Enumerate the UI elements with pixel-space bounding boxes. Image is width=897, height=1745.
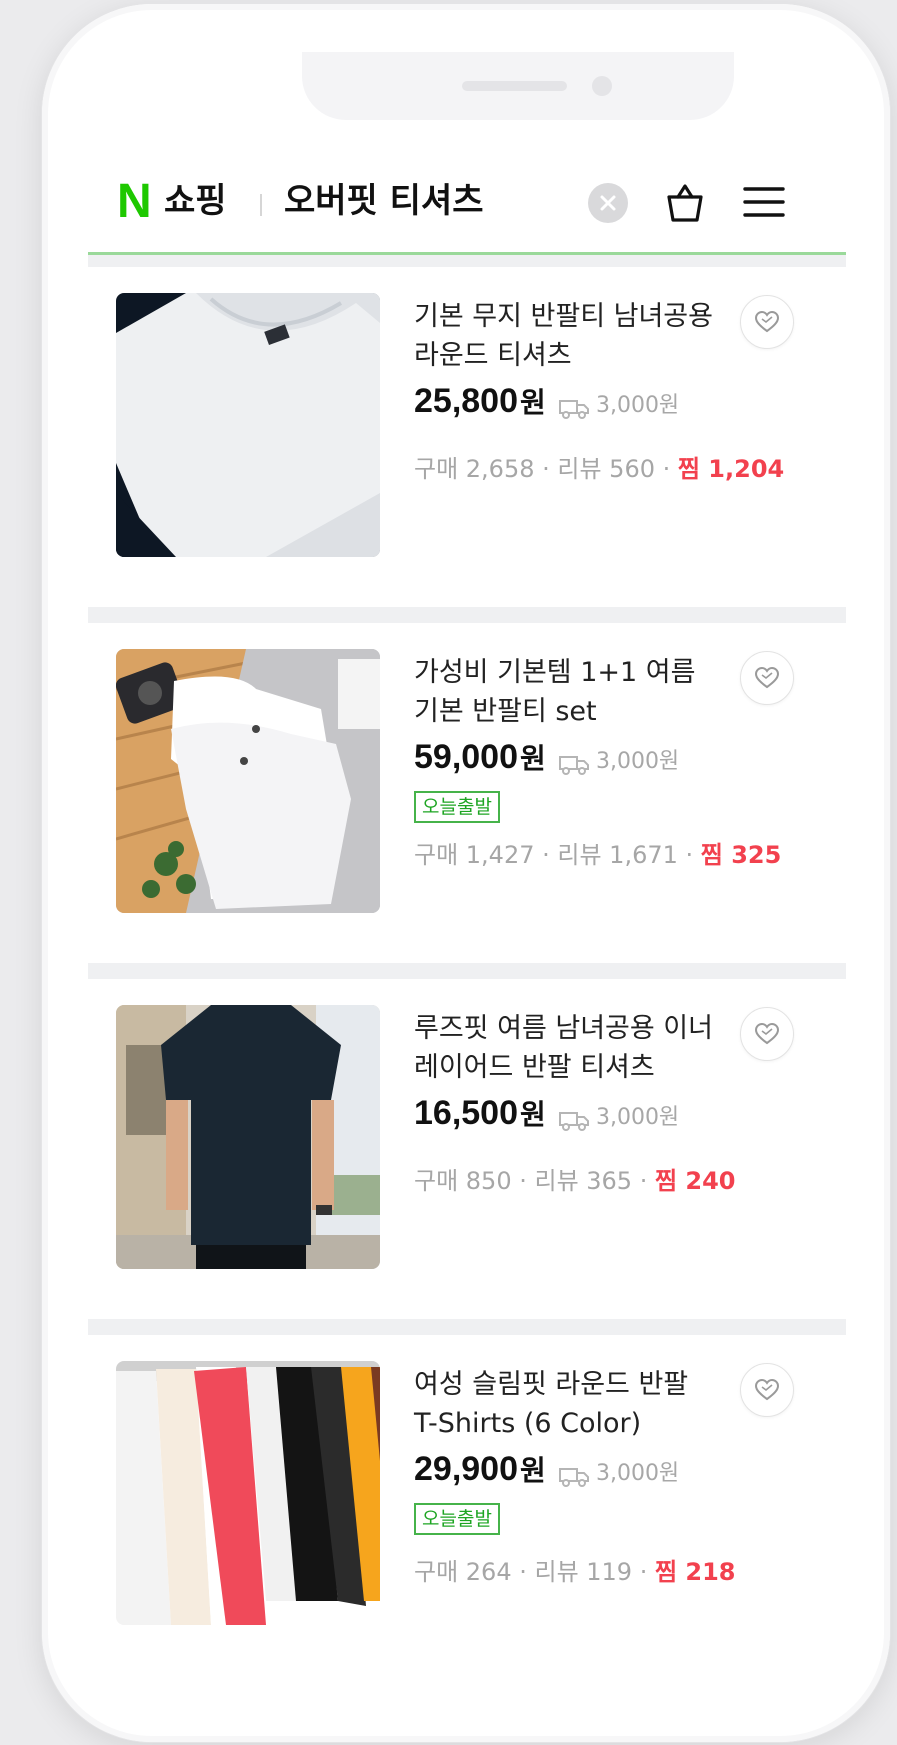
currency-unit: 원 <box>520 1098 546 1131</box>
product-card[interactable]: 기본 무지 반팔티 남녀공용 라운드 티셔츠 25,800원 3,000원 구매… <box>88 267 846 607</box>
cart-button[interactable] <box>662 180 708 226</box>
zzim-count: 찜 1,204 <box>677 455 785 483</box>
product-price: 16,500 <box>414 1094 518 1132</box>
title-line: 여성 슬림핏 라운드 반팔 <box>414 1369 689 1400</box>
title-line: 라운드 티셔츠 <box>414 340 572 371</box>
truck-icon <box>558 1111 589 1131</box>
product-card[interactable]: 여성 슬림핏 라운드 반팔 T-Shirts (6 Color) 29,900원… <box>88 1335 846 1696</box>
close-icon <box>600 195 616 211</box>
currency-unit: 원 <box>520 386 546 419</box>
header-divider <box>260 194 262 216</box>
product-stats: 구매 1,427 · 리뷰 1,671 · 찜 325 <box>414 835 781 870</box>
title-line: 가성비 기본템 1+1 여름 <box>414 657 696 688</box>
brand-title[interactable]: 쇼핑 <box>164 178 227 224</box>
speaker <box>462 81 567 91</box>
product-card[interactable]: 루즈핏 여름 남녀공용 이너 레이어드 반팔 티셔츠 16,500원 3,000… <box>88 979 846 1319</box>
heart-icon <box>754 1022 780 1045</box>
product-image[interactable] <box>116 1361 380 1625</box>
product-price: 29,900 <box>414 1450 518 1488</box>
title-line: 기본 무지 반팔티 남녀공용 <box>414 301 713 332</box>
card-gap <box>88 607 846 623</box>
stats-text: 구매 264 · 리뷰 119 · <box>414 1558 655 1586</box>
card-gap <box>88 963 846 979</box>
title-line: T-Shirts (6 Color) <box>414 1408 642 1439</box>
wishlist-button[interactable] <box>740 1007 794 1061</box>
title-line: 레이어드 반팔 티셔츠 <box>414 1052 655 1083</box>
hamburger-menu-icon <box>743 187 785 217</box>
zzim-count: 찜 218 <box>654 1558 736 1586</box>
heart-icon <box>754 666 780 689</box>
today-shipping-badge: 오늘출발 <box>414 791 500 823</box>
wishlist-button[interactable] <box>740 295 794 349</box>
currency-unit: 원 <box>520 1454 546 1487</box>
product-stats: 구매 2,658 · 리뷰 560 · 찜 1,204 <box>414 449 784 484</box>
search-header: N 쇼핑 오버핏 티셔츠 <box>88 158 846 254</box>
truck-icon <box>558 1467 589 1487</box>
phone-notch <box>302 52 734 120</box>
naver-logo[interactable]: N <box>117 178 157 226</box>
product-title[interactable]: 기본 무지 반팔티 남녀공용 라운드 티셔츠 <box>414 297 714 375</box>
price-row: 29,900원 3,000원 <box>414 1449 679 1493</box>
zzim-count: 찜 240 <box>654 1167 736 1195</box>
screen: N 쇼핑 오버핏 티셔츠 기본 무지 반팔티 남녀공용 라운드 티셔츠 25,8… <box>88 48 846 1696</box>
zzim-count: 찜 325 <box>700 841 782 869</box>
heart-icon <box>754 1378 780 1401</box>
product-image[interactable] <box>116 649 380 913</box>
truck-icon <box>558 399 589 419</box>
shipping-fee: 3,000원 <box>595 749 680 774</box>
camera <box>592 76 612 96</box>
stats-text: 구매 850 · 리뷰 365 · <box>414 1167 655 1195</box>
menu-button[interactable] <box>742 182 786 222</box>
product-image[interactable] <box>116 1005 380 1269</box>
today-shipping-badge: 오늘출발 <box>414 1503 500 1535</box>
shipping-fee: 3,000원 <box>595 1105 680 1130</box>
price-row: 25,800원 3,000원 <box>414 381 679 425</box>
shipping-fee: 3,000원 <box>595 393 680 418</box>
product-stats: 구매 264 · 리뷰 119 · 찜 218 <box>414 1552 736 1587</box>
product-stats: 구매 850 · 리뷰 365 · 찜 240 <box>414 1161 736 1196</box>
product-title[interactable]: 루즈핏 여름 남녀공용 이너 레이어드 반팔 티셔츠 <box>414 1009 714 1087</box>
wishlist-button[interactable] <box>740 1363 794 1417</box>
product-price: 25,800 <box>414 382 518 420</box>
truck-icon <box>558 755 589 775</box>
product-title[interactable]: 여성 슬림핏 라운드 반팔 T-Shirts (6 Color) <box>414 1365 714 1443</box>
search-query[interactable]: 오버핏 티셔츠 <box>284 178 484 224</box>
section-gap <box>88 255 846 267</box>
wishlist-button[interactable] <box>740 651 794 705</box>
title-line: 기본 반팔티 set <box>414 696 597 727</box>
shipping-fee: 3,000원 <box>595 1461 680 1486</box>
shopping-bag-icon <box>667 184 703 222</box>
price-row: 59,000원 3,000원 <box>414 737 679 781</box>
product-title[interactable]: 가성비 기본템 1+1 여름 기본 반팔티 set <box>414 653 714 731</box>
price-row: 16,500원 3,000원 <box>414 1093 679 1137</box>
clear-search-button[interactable] <box>588 183 628 223</box>
stats-text: 구매 1,427 · 리뷰 1,671 · <box>414 841 701 869</box>
product-card[interactable]: 가성비 기본템 1+1 여름 기본 반팔티 set 59,000원 3,000원… <box>88 623 846 963</box>
stats-text: 구매 2,658 · 리뷰 560 · <box>414 455 678 483</box>
card-gap <box>88 1319 846 1335</box>
heart-icon <box>754 310 780 333</box>
product-image[interactable] <box>116 293 380 557</box>
product-price: 59,000 <box>414 738 518 776</box>
phone-frame: N 쇼핑 오버핏 티셔츠 기본 무지 반팔티 남녀공용 라운드 티셔츠 25,8… <box>42 4 890 1742</box>
title-line: 루즈핏 여름 남녀공용 이너 <box>414 1013 713 1044</box>
currency-unit: 원 <box>520 742 546 775</box>
